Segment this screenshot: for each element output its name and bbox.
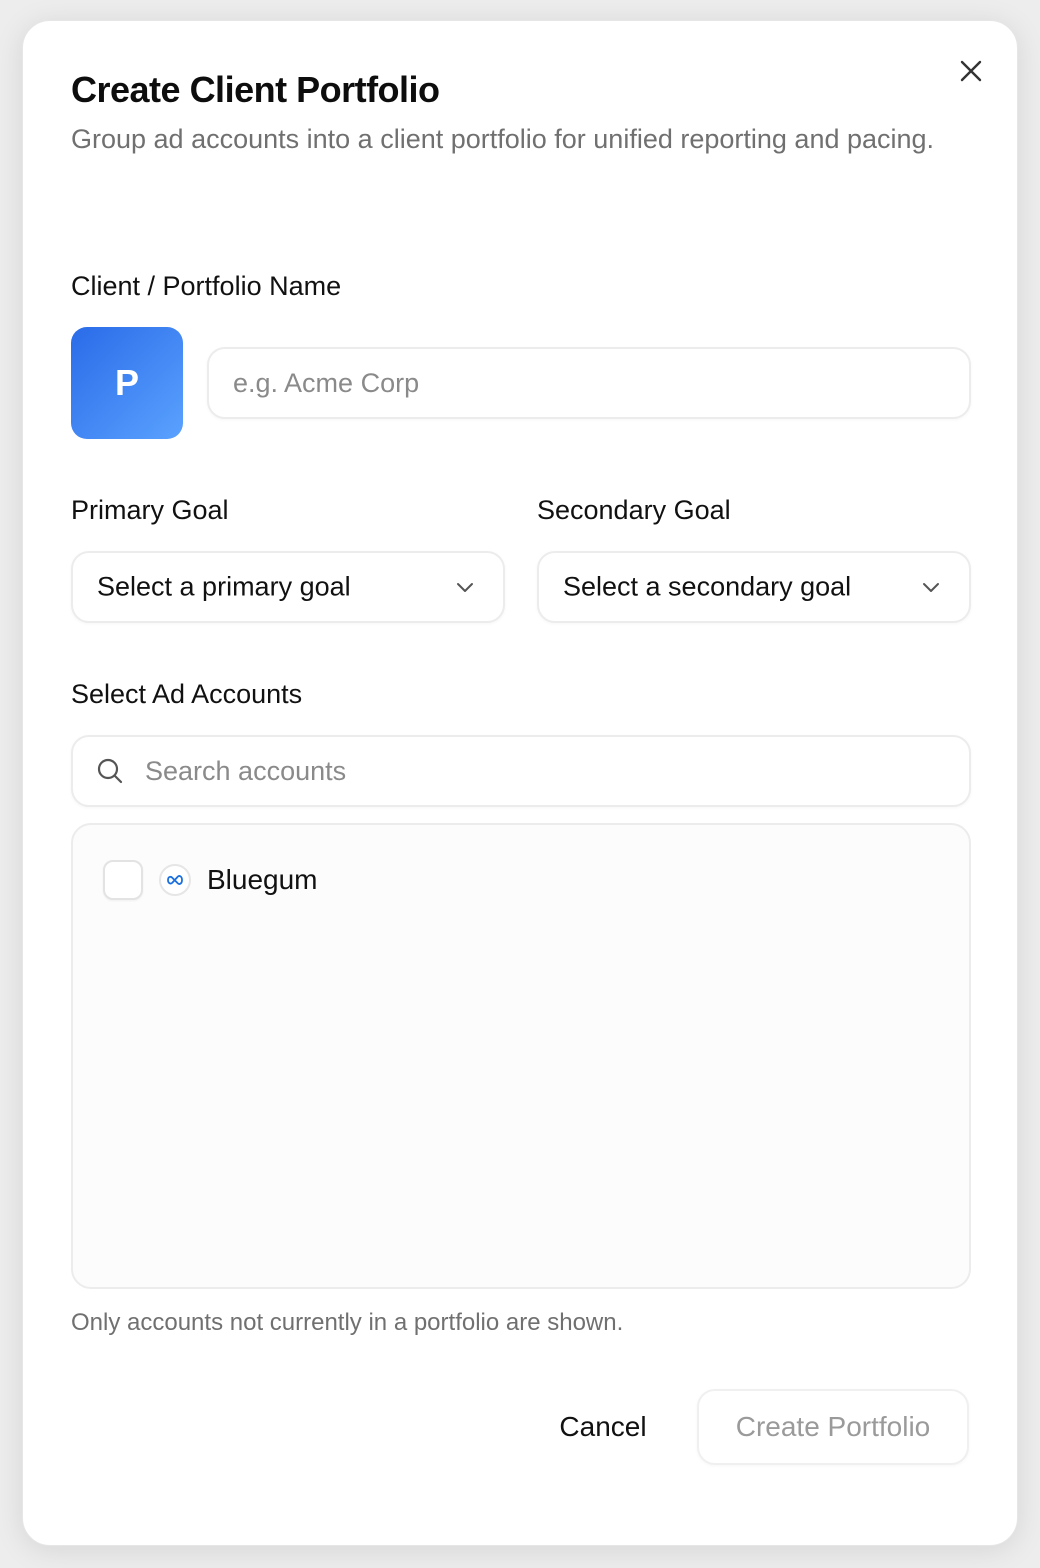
avatar-letter: P	[114, 362, 139, 403]
search-icon	[97, 758, 123, 784]
secondary-goal-select[interactable]: Select a secondary goal	[537, 551, 971, 623]
create-portfolio-button[interactable]: Create Portfolio	[697, 1389, 969, 1465]
create-portfolio-dialog: Create Client Portfolio Group ad account…	[22, 20, 1018, 1546]
account-search-input[interactable]	[145, 737, 945, 805]
portfolio-avatar[interactable]: P	[71, 327, 183, 439]
primary-goal-value: Select a primary goal	[97, 571, 351, 602]
primary-goal-select[interactable]: Select a primary goal	[71, 551, 505, 623]
chevron-down-icon	[457, 583, 473, 592]
primary-goal-label: Primary Goal	[71, 495, 229, 525]
close-button[interactable]	[953, 53, 989, 89]
secondary-goal-value: Select a secondary goal	[563, 571, 852, 602]
close-icon	[960, 60, 982, 82]
ad-accounts-label: Select Ad Accounts	[71, 679, 303, 709]
account-search-field[interactable]	[71, 735, 971, 807]
meta-icon	[159, 864, 191, 896]
portfolio-name-input[interactable]	[233, 349, 945, 417]
chevron-down-icon	[923, 583, 939, 592]
dialog-subtitle: Group ad accounts into a client portfoli…	[71, 124, 935, 154]
portfolio-name-field[interactable]	[207, 347, 971, 419]
account-name: Bluegum	[207, 864, 318, 895]
account-checkbox[interactable]	[103, 860, 143, 900]
secondary-goal-label: Secondary Goal	[537, 495, 731, 525]
accounts-hint: Only accounts not currently in a portfol…	[71, 1309, 624, 1336]
portfolio-name-label: Client / Portfolio Name	[71, 271, 342, 301]
dialog-title: Create Client Portfolio	[71, 69, 440, 110]
cancel-button[interactable]: Cancel	[533, 1389, 673, 1465]
accounts-list: Bluegum	[71, 823, 971, 1289]
list-item[interactable]: Bluegum	[103, 855, 318, 905]
